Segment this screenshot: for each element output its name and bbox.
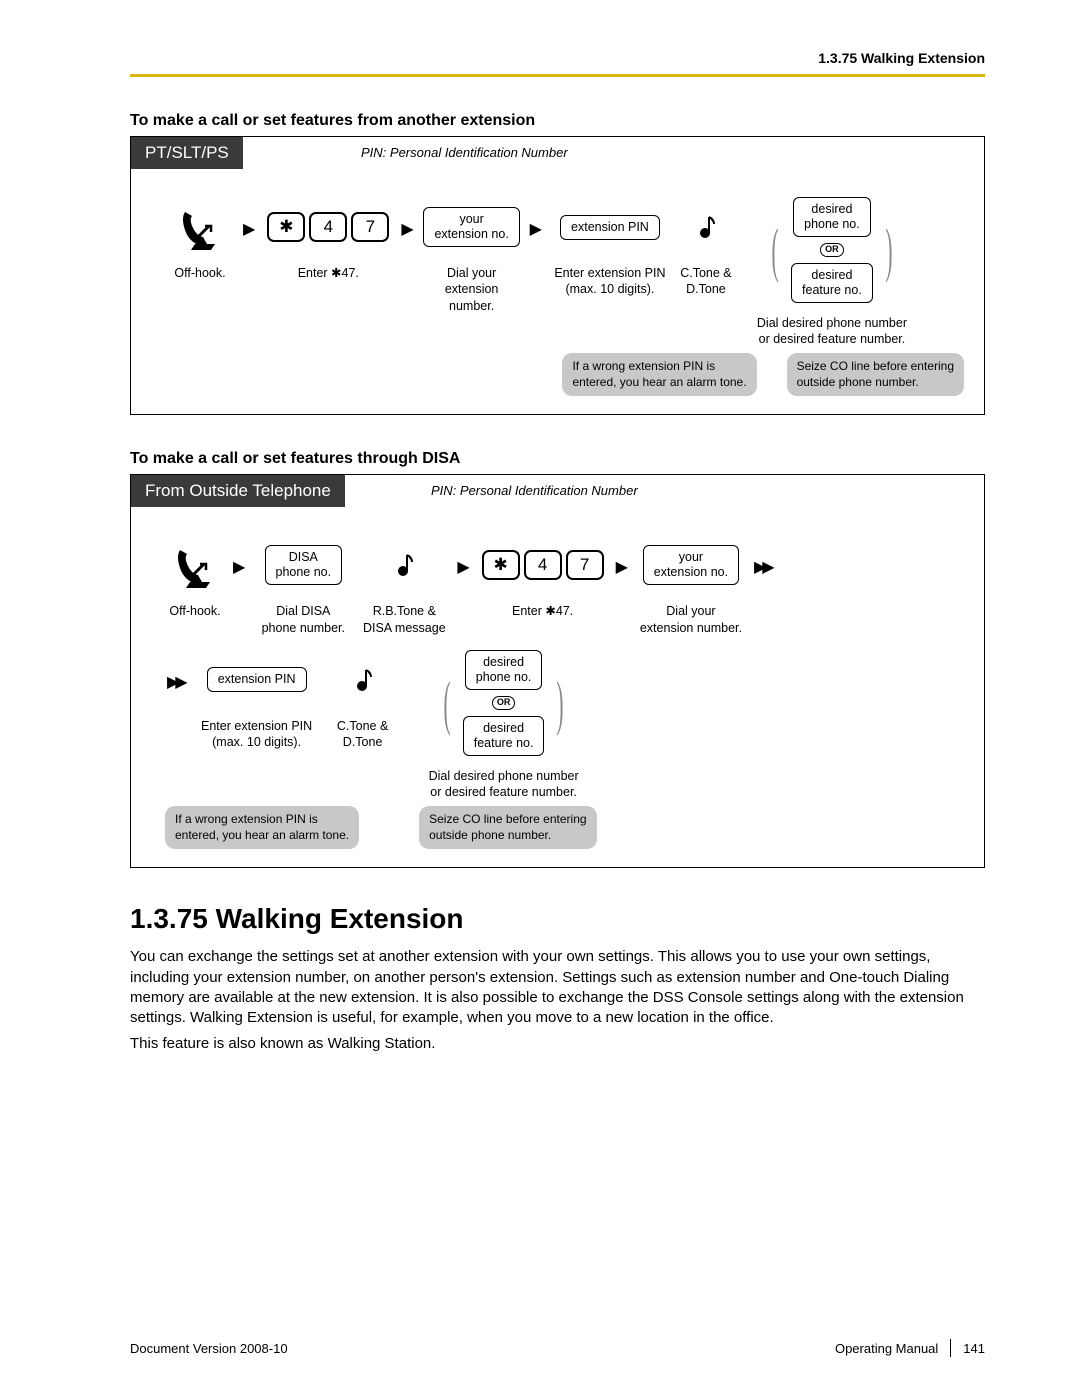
key-7: 7	[566, 550, 604, 580]
arrow-icon: ▶	[457, 557, 469, 577]
desired-phone-box: desired phone no.	[465, 650, 543, 690]
paren-left: (	[772, 229, 779, 271]
disa-box: DISA phone no.	[265, 545, 343, 585]
section-title: 1.3.75 Walking Extension	[130, 903, 985, 935]
dial-desired-caption: Dial desired phone number or desired fea…	[429, 768, 579, 801]
desired-phone-box: desired phone no.	[793, 197, 871, 237]
header-breadcrumb: 1.3.75 Walking Extension	[130, 50, 985, 66]
page-footer: Document Version 2008-10 Operating Manua…	[130, 1339, 985, 1357]
subheading-1: To make a call or set features from anot…	[130, 112, 985, 130]
arrow-icon: ▶	[616, 557, 628, 577]
badge-pt-slt-ps: PT/SLT/PS	[131, 137, 243, 169]
arrow-icon: ▶	[243, 219, 255, 239]
diagram-disa: From Outside Telephone PIN: Personal Ide…	[130, 474, 985, 868]
keypad-star47: ✱ 4 7	[267, 212, 389, 242]
arrow-icon: ▶	[401, 219, 413, 239]
ctone-caption: C.Tone & D.Tone	[680, 265, 731, 298]
dial-disa-caption: Dial DISA phone number.	[262, 603, 345, 636]
key-4: 4	[309, 212, 347, 242]
offhook-icon	[175, 202, 225, 252]
ext-pin-box: extension PIN	[560, 215, 660, 240]
your-ext-box: your extension no.	[423, 207, 519, 247]
body-paragraph-2: This feature is also known as Walking St…	[130, 1034, 985, 1054]
dial-your-ext-caption: Dial your extension number.	[422, 265, 522, 314]
arrow-icon: ▶	[233, 557, 245, 577]
key-4: 4	[524, 550, 562, 580]
enter-pin-caption: Enter extension PIN (max. 10 digits).	[201, 718, 312, 751]
subheading-2: To make a call or set features through D…	[130, 450, 985, 468]
paren-right: )	[557, 682, 564, 724]
pin-note: PIN: Personal Identification Number	[361, 145, 568, 160]
or-badge: OR	[492, 696, 516, 710]
bubble-wrong-pin: If a wrong extension PIN is entered, you…	[165, 806, 359, 849]
paren-right: )	[885, 229, 892, 271]
bubble-seize-co: Seize CO line before entering outside ph…	[419, 806, 596, 849]
key-star: ✱	[267, 212, 305, 242]
music-note-icon	[393, 551, 415, 579]
key-7: 7	[351, 212, 389, 242]
desired-feature-box: desired feature no.	[791, 263, 873, 303]
or-badge: OR	[820, 243, 844, 257]
rbtone-caption: R.B.Tone & DISA message	[363, 603, 446, 636]
key-star: ✱	[482, 550, 520, 580]
offhook-icon	[170, 540, 220, 590]
double-arrow-icon: ▶▶	[167, 672, 184, 692]
paren-left: (	[443, 682, 450, 724]
music-note-icon	[352, 666, 374, 694]
bubble-seize-co: Seize CO line before entering outside ph…	[787, 353, 964, 396]
footer-doc-version: Document Version 2008-10	[130, 1341, 288, 1356]
double-arrow-icon: ▶▶	[754, 557, 771, 577]
keypad-star47: ✱ 4 7	[482, 550, 604, 580]
arrow-icon: ▶	[530, 219, 542, 239]
body-paragraph-1: You can exchange the settings set at ano…	[130, 947, 985, 1028]
ctone-caption: C.Tone & D.Tone	[337, 718, 388, 751]
enter-pin-caption: Enter extension PIN (max. 10 digits).	[554, 265, 665, 298]
header-rule	[130, 74, 985, 77]
ext-pin-box: extension PIN	[207, 667, 307, 692]
your-ext-box: your extension no.	[643, 545, 739, 585]
offhook-caption: Off-hook.	[174, 265, 225, 281]
dial-desired-caption: Dial desired phone number or desired fea…	[757, 315, 907, 348]
offhook-caption: Off-hook.	[169, 603, 220, 619]
desired-feature-box: desired feature no.	[463, 716, 545, 756]
footer-manual: Operating Manual	[835, 1341, 938, 1356]
enter47-caption: Enter ✱47.	[298, 265, 359, 281]
bubble-wrong-pin: If a wrong extension PIN is entered, you…	[562, 353, 756, 396]
footer-divider	[950, 1339, 951, 1357]
footer-page-number: 141	[963, 1341, 985, 1356]
pin-note: PIN: Personal Identification Number	[431, 483, 638, 498]
music-note-icon	[695, 213, 717, 241]
badge-from-outside: From Outside Telephone	[131, 475, 345, 507]
enter47-caption: Enter ✱47.	[512, 603, 573, 619]
dial-your-ext-caption: Dial your extension number.	[640, 603, 742, 636]
diagram-pt-slt-ps: PT/SLT/PS PIN: Personal Identification N…	[130, 136, 985, 415]
